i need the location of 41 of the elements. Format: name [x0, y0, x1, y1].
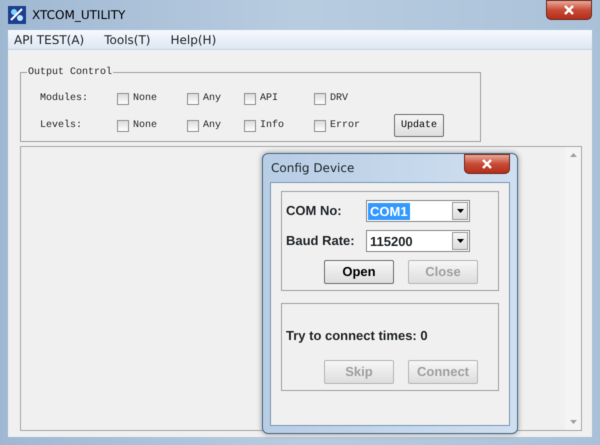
dialog-button[interactable]: Open [324, 260, 394, 284]
dropdown-field[interactable]: 115200 [366, 230, 470, 252]
checkbox-label: Info [260, 118, 284, 133]
menu-item[interactable]: Tools(T) [98, 30, 156, 48]
close-icon [563, 5, 575, 15]
scrollbar[interactable] [565, 147, 581, 430]
row-label: Modules: [39, 92, 90, 106]
checkbox[interactable] [187, 92, 199, 104]
checkbox[interactable] [314, 120, 326, 132]
field-label: COM No: [286, 202, 343, 220]
scroll-up-icon[interactable] [570, 153, 576, 157]
checkbox-label: Any [203, 92, 222, 106]
status-text: Try to connect times: 0 [286, 327, 429, 345]
checkbox-label: None [133, 92, 158, 106]
checkbox[interactable] [244, 120, 256, 132]
close-button[interactable] [546, 0, 592, 20]
menu-item[interactable]: API TEST(A) [8, 30, 90, 48]
caret-icon [456, 239, 464, 243]
checkbox[interactable] [117, 120, 129, 132]
checkbox-label: Error [330, 119, 360, 133]
checkbox-label: API [260, 92, 278, 106]
checkbox[interactable] [117, 92, 129, 104]
checkbox[interactable] [187, 120, 199, 132]
dropdown-button[interactable] [452, 202, 468, 220]
close-button[interactable] [464, 154, 510, 174]
checkbox-label: None [133, 119, 158, 133]
scroll-down-icon[interactable] [570, 420, 576, 424]
caret-icon [456, 209, 464, 213]
checkbox-label: DRV [330, 92, 348, 106]
dropdown-button[interactable] [452, 232, 468, 250]
update-button[interactable]: Update [394, 114, 444, 137]
dialog-title: Config Device [270, 160, 354, 177]
window-title: XTCOM_UTILITY [32, 7, 126, 24]
menu-item[interactable]: Help(H) [164, 30, 222, 48]
row-label: Levels: [39, 118, 84, 133]
checkbox[interactable] [314, 92, 326, 104]
app-icon [8, 6, 26, 24]
field-label: Baud Rate: [286, 232, 356, 250]
checkbox-label: Any [203, 119, 222, 133]
close-icon [481, 159, 493, 169]
checkbox[interactable] [244, 92, 256, 104]
